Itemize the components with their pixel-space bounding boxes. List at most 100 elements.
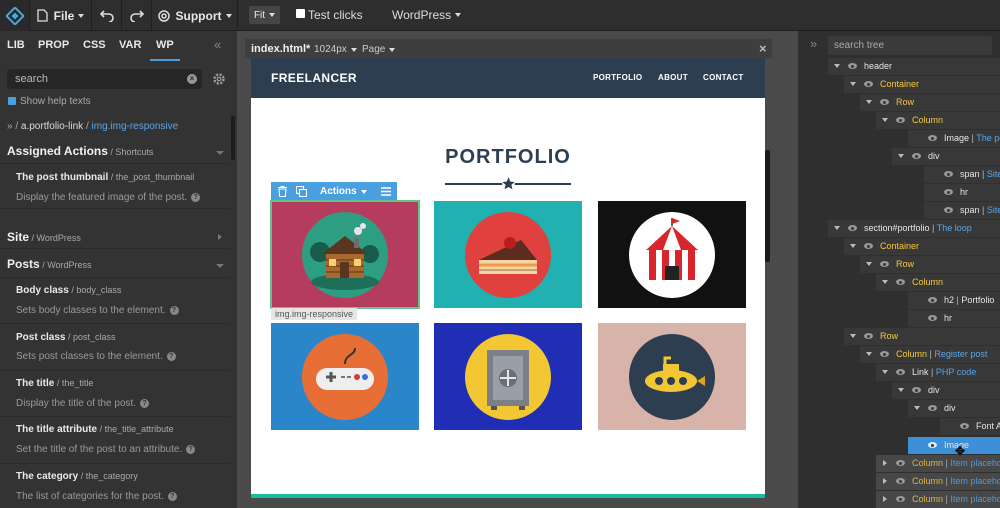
tab-prop[interactable]: PROP (38, 39, 69, 51)
help-icon[interactable]: ? (169, 305, 179, 315)
eye-visibility-icon[interactable] (896, 496, 905, 502)
tree-row[interactable]: section#portfolio | The loop (828, 220, 1000, 237)
portfolio-thumb-cake[interactable] (434, 201, 582, 308)
tree-row[interactable]: Column | Item placeholder (876, 473, 1000, 490)
page-dropdown[interactable]: Page (362, 44, 396, 55)
tree-row[interactable]: span | Site name (924, 166, 1000, 183)
app-logo[interactable] (0, 0, 30, 31)
eye-visibility-icon[interactable] (896, 460, 905, 466)
chevron-down-icon[interactable] (898, 388, 904, 392)
tree-row[interactable]: hr (924, 184, 1000, 201)
action-the-title[interactable]: The title / the_title Display the title … (0, 371, 230, 417)
tree-row[interactable]: Column | Item placeholder (876, 455, 1000, 472)
eye-visibility-icon[interactable] (896, 117, 905, 123)
collapse-tree-icon[interactable]: » (810, 37, 817, 50)
eye-visibility-icon[interactable] (912, 153, 921, 159)
wordpress-menu[interactable]: WordPress (392, 8, 462, 22)
help-icon[interactable]: ? (166, 351, 176, 361)
tree-row[interactable]: Container (844, 238, 1000, 255)
show-help-checkbox[interactable] (8, 97, 16, 105)
tree-row[interactable]: Column | Register post (860, 346, 1000, 363)
eye-visibility-icon[interactable] (912, 387, 921, 393)
tree-row[interactable]: Container (844, 76, 1000, 93)
chevron-down-icon[interactable] (834, 226, 840, 230)
actions-dropdown[interactable]: Actions (320, 186, 367, 197)
eye-visibility-icon[interactable] (944, 189, 953, 195)
tree-row[interactable]: h2 | Portfolio (908, 292, 1000, 309)
action-the-category[interactable]: The category / the_category The list of … (0, 464, 230, 508)
nav-contact-link[interactable]: CONTACT (703, 73, 744, 82)
eye-visibility-icon[interactable] (896, 369, 905, 375)
clear-search-icon[interactable]: × (187, 74, 197, 84)
hamburger-menu-icon[interactable] (381, 187, 391, 196)
eye-visibility-icon[interactable] (880, 351, 889, 357)
eye-visibility-icon[interactable] (896, 279, 905, 285)
tree-row[interactable]: Row (860, 256, 1000, 273)
portfolio-thumb-gamepad[interactable] (271, 323, 419, 430)
tree-row[interactable]: div (892, 382, 1000, 399)
tab-wp[interactable]: WP (156, 39, 174, 51)
chevron-down-icon[interactable] (866, 100, 872, 104)
tree-row[interactable]: Row (844, 328, 1000, 345)
chevron-down-icon[interactable] (882, 370, 888, 374)
search-input[interactable]: search × (7, 69, 202, 89)
eye-visibility-icon[interactable] (864, 333, 873, 339)
site-section-header[interactable]: Site / WordPress (0, 225, 230, 249)
eye-visibility-icon[interactable] (848, 225, 857, 231)
tree-row[interactable]: Column (876, 112, 1000, 129)
undo-button[interactable] (92, 0, 122, 31)
tab-lib[interactable]: LIB (7, 39, 25, 51)
eye-visibility-icon[interactable] (944, 207, 953, 213)
help-icon[interactable]: ? (167, 491, 177, 501)
breadcrumb-link[interactable]: a.portfolio-link (21, 121, 83, 132)
action-post-thumbnail[interactable]: The post thumbnail / the_post_thumbnail … (0, 164, 230, 209)
tab-css[interactable]: CSS (83, 39, 106, 51)
help-icon[interactable]: ? (186, 444, 196, 454)
eye-visibility-icon[interactable] (928, 297, 937, 303)
tree-row[interactable]: span | Site description (924, 202, 1000, 219)
chevron-down-icon[interactable] (834, 64, 840, 68)
duplicate-icon[interactable] (296, 186, 307, 197)
chevron-right-icon[interactable] (883, 478, 887, 484)
chevron-down-icon[interactable] (898, 154, 904, 158)
eye-visibility-icon[interactable] (864, 81, 873, 87)
tree-row[interactable]: Image | The post thumbnail (908, 130, 1000, 147)
eye-visibility-icon[interactable] (928, 405, 937, 411)
portfolio-thumb-cabin[interactable] (270, 200, 420, 309)
eye-visibility-icon[interactable] (880, 99, 889, 105)
assigned-actions-header[interactable]: Assigned Actions / Shortcuts (0, 140, 230, 164)
chevron-right-icon[interactable] (883, 460, 887, 466)
help-icon[interactable]: ? (140, 398, 150, 408)
eye-visibility-icon[interactable] (928, 135, 937, 141)
collapse-panel-icon[interactable]: « (214, 38, 221, 51)
portfolio-thumb-submarine[interactable] (598, 323, 746, 430)
chevron-down-icon[interactable] (882, 118, 888, 122)
document-file-name[interactable]: index.html* (251, 43, 310, 55)
action-the-title-attribute[interactable]: The title attribute / the_title_attribut… (0, 417, 230, 464)
chevron-down-icon[interactable] (866, 352, 872, 356)
posts-section-header[interactable]: Posts / WordPress (0, 252, 230, 278)
tree-row[interactable]: Link | PHP code (876, 364, 1000, 381)
tree-row[interactable]: hr (908, 310, 1000, 327)
chevron-down-icon[interactable] (866, 262, 872, 266)
chevron-down-icon[interactable] (882, 280, 888, 284)
tree-row[interactable]: div (908, 400, 1000, 417)
support-menu-button[interactable]: Support (152, 0, 238, 31)
trash-icon[interactable] (278, 186, 287, 197)
chevron-down-icon[interactable] (850, 244, 856, 248)
page-width-dropdown[interactable]: 1024px (314, 44, 357, 55)
tree-row[interactable]: Font Awesome (940, 418, 1000, 435)
file-menu-button[interactable]: File (30, 0, 92, 31)
tab-var[interactable]: VAR (119, 39, 141, 51)
tree-row[interactable]: Image (908, 437, 1000, 454)
eye-visibility-icon[interactable] (928, 315, 937, 321)
help-icon[interactable]: ? (191, 192, 201, 202)
chevron-right-icon[interactable] (883, 496, 887, 502)
close-document-icon[interactable]: × (759, 41, 767, 56)
eye-visibility-icon[interactable] (848, 63, 857, 69)
nav-portfolio-link[interactable]: PORTFOLIO (593, 73, 642, 82)
tree-row[interactable]: Row (860, 94, 1000, 111)
portfolio-thumb-circus[interactable] (598, 201, 746, 308)
chevron-down-icon[interactable] (850, 82, 856, 86)
tree-row[interactable]: Column (876, 274, 1000, 291)
